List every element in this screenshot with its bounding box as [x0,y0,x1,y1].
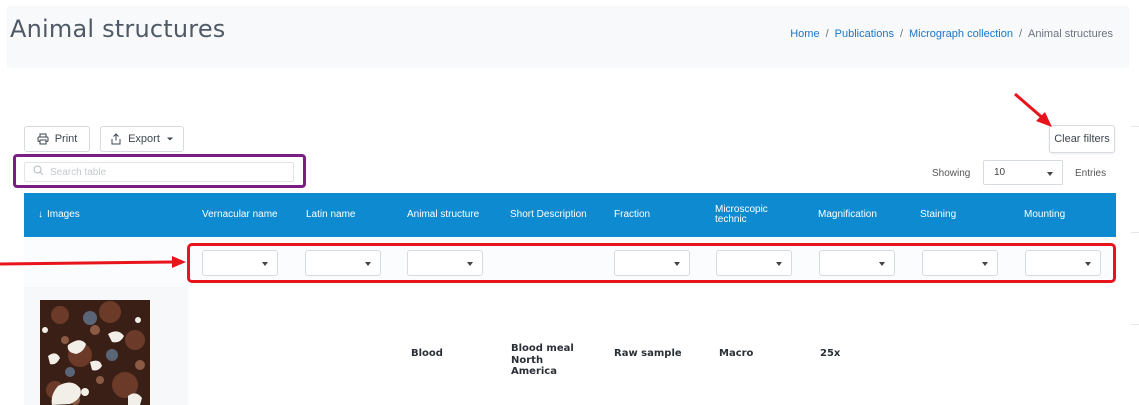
micrograph-thumbnail[interactable] [40,300,150,405]
caret-down-icon [1047,172,1053,176]
share-icon [110,133,122,145]
page-header: Animal structures Home / Publications / Micr… [7,6,1129,68]
page: Animal structures Home / Publications / Micr… [0,0,1139,405]
cell-animal-structure: Blood [411,348,443,359]
table-header: ↓ Images Vernacular name Latin name Anim… [24,193,1116,237]
breadcrumb-home-link[interactable]: Home [790,28,819,40]
cell-short-description: Blood meal North America [511,343,574,377]
page-title: Animal structures [10,15,226,43]
breadcrumb-current: Animal structures [1028,28,1113,40]
breadcrumb-separator: / [825,28,829,40]
breadcrumb-separator: / [899,28,904,40]
filters-highlight-annotation [187,243,1116,283]
column-header-staining[interactable]: Staining [920,193,956,237]
column-header-short-description[interactable]: Short Description [510,193,587,237]
entries-label: Entries [1075,168,1107,179]
column-header-fraction[interactable]: Fraction [614,193,650,237]
sort-down-icon: ↓ [38,208,43,220]
cell-fraction: Raw sample [614,348,682,359]
breadcrumb-micrograph-collection-link[interactable]: Micrograph collection [909,28,1013,40]
column-header-latin-name[interactable]: Latin name [306,193,355,237]
cell-microscopic-technic: Macro [719,348,754,359]
clear-filters-button[interactable]: Clear filters [1049,125,1115,153]
arrow-to-clear-filters [1014,92,1046,122]
breadcrumb-separator: / [1018,28,1023,40]
export-button[interactable]: Export [100,126,184,152]
print-button[interactable]: Print [24,126,90,152]
breadcrumb: Home / Publications / Micrograph collection /… [790,28,1113,40]
showing-label: Showing [932,168,971,179]
column-header-mounting[interactable]: Mounting [1024,193,1065,237]
column-header-animal-structure[interactable]: Animal structure [407,193,479,237]
column-header-magnification[interactable]: Magnification [818,193,877,237]
page-edge-mark [1131,324,1139,325]
column-header-microscopic-technic[interactable]: Microscopic technic [715,193,785,237]
print-label: Print [54,133,78,145]
page-edge-mark [1131,126,1139,127]
cell-magnification: 25x [820,348,841,359]
column-header-label: Images [47,208,80,220]
printer-icon [37,133,49,145]
search-highlight-annotation [13,154,306,188]
caret-down-icon [166,136,174,142]
breadcrumb-publications-link[interactable]: Publications [835,28,894,40]
entries-select[interactable]: 10 [983,160,1063,185]
export-label: Export [128,133,160,145]
column-header-vernacular-name[interactable]: Vernacular name [202,193,278,237]
entries-value: 10 [994,167,1006,178]
column-header-images[interactable]: ↓ Images [38,193,80,237]
page-edge-mark [1131,232,1139,233]
